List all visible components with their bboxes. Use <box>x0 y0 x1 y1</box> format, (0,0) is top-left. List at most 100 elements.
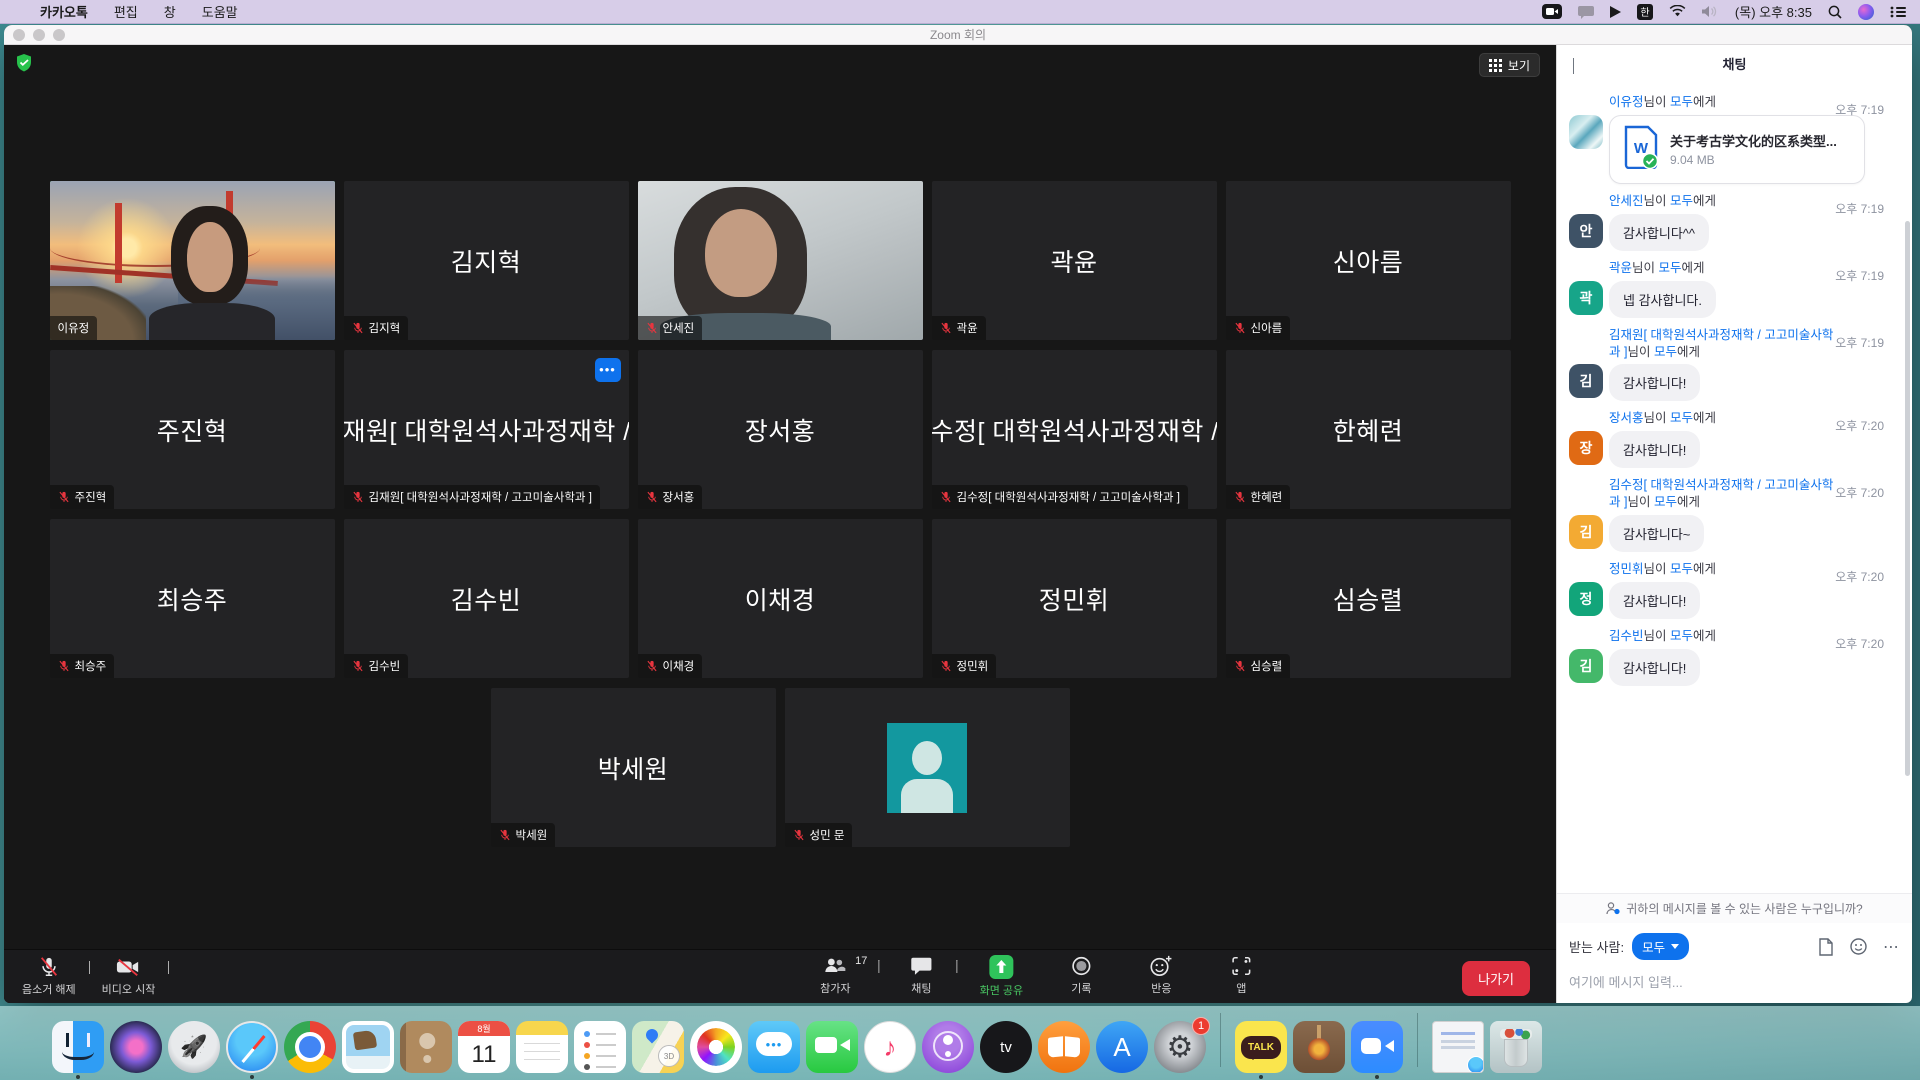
dock-kakaotalk-icon[interactable]: TALK <box>1235 1021 1287 1073</box>
play-icon[interactable] <box>1610 6 1621 18</box>
dock-photos-icon[interactable] <box>690 1021 742 1073</box>
participant-tile[interactable]: 박세원 박세원 <box>491 688 776 847</box>
participant-tile[interactable]: 이채경 이채경 <box>638 519 923 678</box>
chat-messages[interactable]: 이유정님이 모두에게 오후 7:19 W 关于考古学文化的区系类型... 9.0… <box>1557 81 1912 893</box>
participant-tile[interactable]: 신아름 신아름 <box>1226 181 1511 340</box>
participant-tile[interactable]: 안세진 <box>638 181 923 340</box>
participant-tile[interactable]: 김지혁 김지혁 <box>344 181 629 340</box>
participant-tile[interactable]: 최승주 최승주 <box>50 519 335 678</box>
dock-maps-icon[interactable] <box>632 1021 684 1073</box>
chat-button[interactable]: 채팅 <box>899 955 943 998</box>
dock-minimized-safari-window-icon[interactable] <box>1432 1021 1484 1073</box>
message-sender[interactable]: 장서홍 <box>1609 411 1644 425</box>
apps-button[interactable]: 앱 <box>1219 955 1263 998</box>
reactions-button[interactable]: 반응 <box>1139 955 1183 998</box>
chat-collapse-chevron-icon[interactable] <box>1573 59 1574 74</box>
siri-icon[interactable] <box>1858 4 1874 20</box>
message-sender[interactable]: 김수빈 <box>1609 629 1644 643</box>
window-title: Zoom 회의 <box>4 26 1912 43</box>
more-options-icon[interactable]: ⋯ <box>1883 937 1900 957</box>
wifi-icon[interactable] <box>1669 5 1686 18</box>
message-recipient[interactable]: 모두 <box>1670 95 1693 109</box>
dock-chrome-icon[interactable] <box>284 1021 336 1073</box>
dock-contacts-icon[interactable] <box>400 1021 452 1073</box>
dock-books-icon[interactable] <box>1038 1021 1090 1073</box>
message-sender[interactable]: 안세진 <box>1609 194 1644 208</box>
message-sender[interactable]: 정민휘 <box>1609 562 1644 576</box>
dock-zoom-icon[interactable] <box>1351 1021 1403 1073</box>
dock-launchpad-icon[interactable] <box>168 1021 220 1073</box>
dock-reminders-icon[interactable] <box>574 1021 626 1073</box>
menu-item[interactable]: 편집 <box>114 2 138 21</box>
message-recipient[interactable]: 모두 <box>1670 629 1693 643</box>
dock-messages-icon[interactable] <box>748 1021 800 1073</box>
volume-icon[interactable] <box>1702 5 1719 18</box>
message-recipient[interactable]: 모두 <box>1654 495 1677 509</box>
dock-finder-icon[interactable] <box>52 1021 104 1073</box>
dock-music-icon[interactable] <box>864 1021 916 1073</box>
menu-app-name[interactable]: 카카오톡 <box>40 2 88 21</box>
file-attachment-card[interactable]: W 关于考古学文化的区系类型... 9.04 MB <box>1609 115 1865 184</box>
dock-siri-icon[interactable] <box>110 1021 162 1073</box>
menu-item[interactable]: 도움말 <box>202 2 238 21</box>
message-recipient[interactable]: 모두 <box>1654 345 1677 359</box>
dock-appletv-icon[interactable]: tv <box>980 1021 1032 1073</box>
message-recipient[interactable]: 모두 <box>1659 261 1682 275</box>
participant-tile[interactable]: 김수빈 김수빈 <box>344 519 629 678</box>
dock-settings-icon[interactable]: ⚙1 <box>1154 1021 1206 1073</box>
input-source-icon[interactable]: 한 <box>1637 4 1653 20</box>
dock-trash-icon[interactable] <box>1490 1021 1542 1073</box>
emoji-icon[interactable] <box>1850 938 1867 955</box>
participant-tile[interactable]: 곽윤 곽윤 <box>932 181 1217 340</box>
mic-options-chevron[interactable] <box>89 962 90 974</box>
share-screen-button[interactable]: 화면 공유 <box>979 955 1023 998</box>
attach-file-icon[interactable] <box>1818 938 1834 956</box>
message-sender[interactable]: 이유정 <box>1609 95 1644 109</box>
control-center-icon[interactable] <box>1890 6 1906 18</box>
participants-chevron[interactable] <box>878 961 879 973</box>
menu-clock[interactable]: (목) 오후 8:35 <box>1735 2 1812 21</box>
spotlight-search-icon[interactable] <box>1828 5 1842 19</box>
notification-bubble-icon[interactable] <box>1578 5 1594 19</box>
participant-tile[interactable]: 김수정[ 대학원석사과정재학 /... 김수정[ 대학원석사과정재학 / 고고미… <box>932 350 1217 509</box>
record-button[interactable]: 기록 <box>1059 955 1103 998</box>
leave-button[interactable]: 나가기 <box>1462 961 1530 996</box>
avatar: 김 <box>1569 515 1603 549</box>
participant-tile[interactable]: 심승렬 심승렬 <box>1226 519 1511 678</box>
dock-notes-icon[interactable] <box>516 1021 568 1073</box>
video-options-chevron[interactable] <box>168 962 169 974</box>
participant-tile[interactable]: 이유정 <box>50 181 335 340</box>
security-shield-icon[interactable] <box>14 53 34 78</box>
message-recipient[interactable]: 모두 <box>1670 562 1693 576</box>
chat-scrollbar[interactable] <box>1905 221 1910 776</box>
participants-button[interactable]: 참가자 17 <box>807 955 863 998</box>
dock-mail-icon[interactable] <box>342 1021 394 1073</box>
participant-tile[interactable]: 정민휘 정민휘 <box>932 519 1217 678</box>
tile-more-button[interactable]: ••• <box>595 358 621 382</box>
recipient-dropdown[interactable]: 모두 <box>1632 933 1689 960</box>
message-sender[interactable]: 곽윤 <box>1609 261 1632 275</box>
start-video-button[interactable]: 비디오 시작 <box>102 956 156 997</box>
unmute-button[interactable]: 음소거 해제 <box>22 956 76 997</box>
muted-mic-icon <box>352 660 364 672</box>
message-input[interactable]: 여기에 메시지 입력... <box>1557 964 1912 1003</box>
participant-tile[interactable]: 성민 문 <box>785 688 1070 847</box>
dock-safari-icon[interactable] <box>226 1021 278 1073</box>
dock-appstore-icon[interactable]: A <box>1096 1021 1148 1073</box>
dock-podcasts-icon[interactable] <box>922 1021 974 1073</box>
participant-tile[interactable]: 주진혁 주진혁 <box>50 350 335 509</box>
window-titlebar[interactable]: Zoom 회의 <box>4 25 1912 45</box>
message-recipient[interactable]: 모두 <box>1670 194 1693 208</box>
participant-tile[interactable]: 장서홍 장서홍 <box>638 350 923 509</box>
message-recipient[interactable]: 모두 <box>1670 411 1693 425</box>
chat-chevron[interactable] <box>956 961 957 973</box>
screen-recording-icon[interactable] <box>1542 4 1562 19</box>
menu-item[interactable]: 창 <box>164 2 176 21</box>
view-button[interactable]: 보기 <box>1479 53 1540 77</box>
participant-tile[interactable]: 김재원[ 대학원석사과정재학 /... 김재원[ 대학원석사과정재학 / 고고미… <box>344 350 629 509</box>
message-bubble: 감사합니다! <box>1609 582 1700 619</box>
participant-tile[interactable]: 한혜련 한혜련 <box>1226 350 1511 509</box>
dock-facetime-icon[interactable] <box>806 1021 858 1073</box>
dock-calendar-icon[interactable]: 8월11 <box>458 1021 510 1073</box>
dock-garageband-icon[interactable] <box>1293 1021 1345 1073</box>
